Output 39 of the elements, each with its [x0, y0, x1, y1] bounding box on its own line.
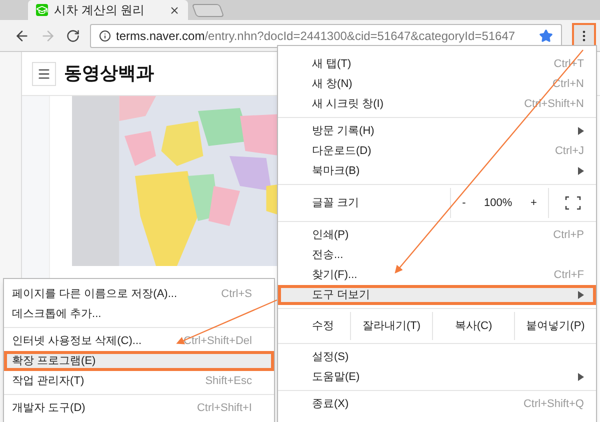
menu-item[interactable]: 개발자 도구(D) Ctrl+Shift+I — [4, 398, 274, 418]
menu-item[interactable]: 작업 관리자(T) Shift+Esc — [4, 371, 274, 391]
favicon-icon — [36, 4, 48, 16]
zoom-out-button[interactable]: - — [458, 194, 470, 212]
zoom-level: 100% — [484, 196, 512, 211]
menu-item[interactable]: 페이지를 다른 이름으로 저장(A)... Ctrl+S — [4, 284, 274, 304]
info-icon[interactable] — [99, 30, 111, 42]
menu-item[interactable]: 인터넷 사용정보 삭제(C)... Ctrl+Shift+Del — [4, 331, 274, 351]
menu-item[interactable]: 북마크(B) — [278, 161, 596, 181]
menu-item[interactable]: 데스크톱에 추가... — [4, 304, 274, 324]
menu-item[interactable]: 확장 프로그램(E) — [4, 351, 274, 371]
close-icon[interactable] — [169, 4, 180, 16]
menu-item[interactable]: 방문 기록(H) — [278, 121, 596, 141]
menu-item[interactable]: 종료(X) Ctrl+Shift+Q — [278, 394, 596, 414]
menu-label: 글꼴 크기 — [311, 196, 360, 211]
menu-label: 수정 — [311, 318, 335, 334]
browser-tab[interactable]: 시차 계산의 원리 — [28, 0, 188, 20]
reload-icon[interactable] — [66, 28, 80, 42]
tab-title: 시차 계산의 원리 — [54, 2, 146, 19]
menu-item[interactable]: 인쇄(P) Ctrl+P — [278, 225, 596, 245]
hamburger-button[interactable] — [32, 62, 56, 86]
menu-item[interactable]: 도구 더보기 — [278, 285, 596, 305]
menu-icon — [37, 66, 51, 80]
bookmark-star-icon[interactable] — [539, 28, 553, 42]
url-host: terms.naver.com — [116, 28, 205, 42]
back-icon[interactable] — [14, 28, 30, 44]
menu-item[interactable]: 찾기(F)... Ctrl+F — [278, 265, 596, 285]
site-title: 동영상백과 — [64, 62, 154, 85]
edit-button[interactable]: 잘라내기(T) — [350, 312, 432, 340]
menu-item[interactable]: 도움말(E) — [278, 367, 596, 387]
menu-item[interactable]: 설정(S) — [278, 347, 596, 367]
edit-button[interactable]: 붙여넣기(P) — [514, 312, 596, 340]
edit-button[interactable]: 복사(C) — [432, 312, 514, 340]
menu-item[interactable]: 전송... — [278, 245, 596, 265]
fullscreen-icon[interactable] — [564, 196, 580, 210]
address-field[interactable]: terms.naver.com/entry.nhn?docId=2441300&cid=51647&categoryId=51647 — [90, 24, 562, 48]
menu-item[interactable]: 다운로드(D) Ctrl+J — [278, 141, 596, 161]
url-path: /entry.nhn?docId=2441300&cid=51647&categoryId=51647 — [204, 28, 516, 42]
zoom-in-button[interactable]: + — [526, 194, 541, 212]
